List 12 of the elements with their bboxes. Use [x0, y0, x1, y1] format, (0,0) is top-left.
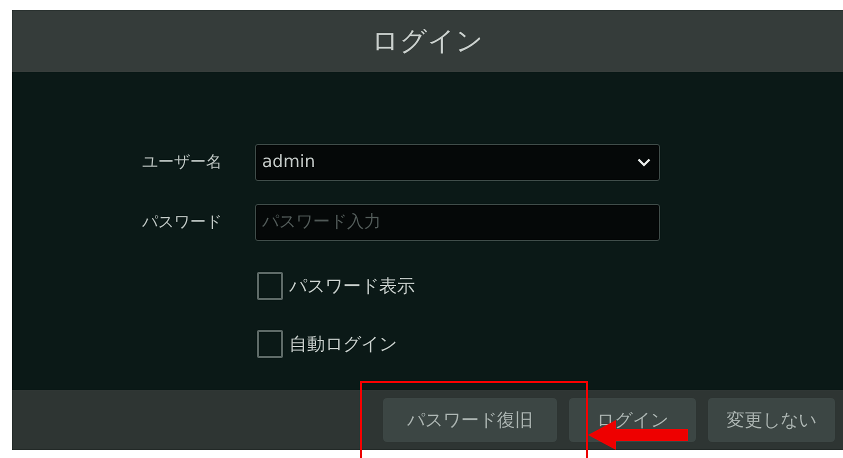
dialog-button[interactable]: 変更しない — [708, 398, 835, 442]
chevron-down-icon — [637, 158, 651, 166]
field-label: パスワード — [141, 212, 223, 232]
checkbox[interactable] — [257, 330, 283, 358]
field-label: ユーザー名 — [141, 152, 223, 172]
window-title: ログイン — [372, 25, 484, 59]
password-field[interactable]: パスワード入力 — [255, 204, 660, 240]
dialog-button[interactable]: パスワード復旧 — [383, 398, 557, 442]
checkbox[interactable] — [257, 272, 283, 300]
username-dropdown[interactable]: admin — [255, 144, 660, 180]
checkbox-label: 自動ログイン — [289, 333, 397, 356]
checkbox-label: パスワード表示 — [289, 275, 415, 298]
